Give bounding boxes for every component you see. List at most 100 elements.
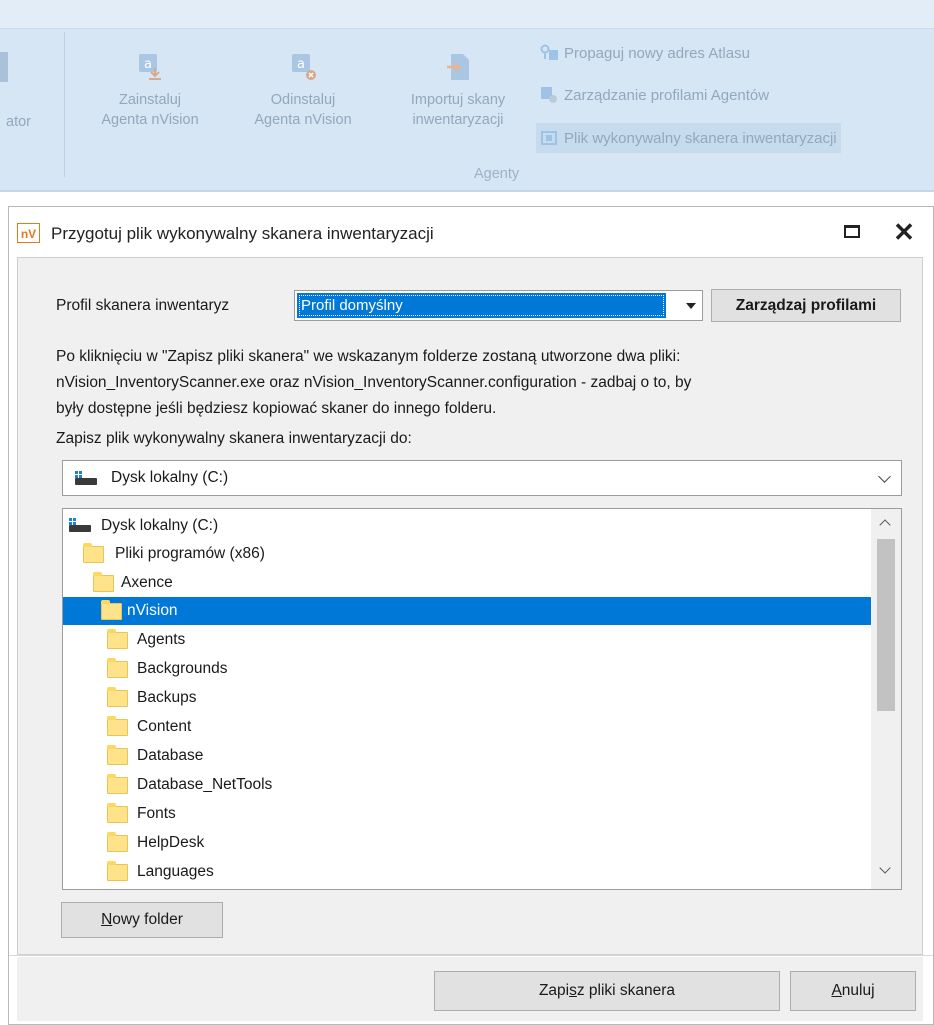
profile-select[interactable]: Profil domyślny [294,290,703,321]
ribbon-separator [64,32,65,177]
tree-item-label: Fonts [137,805,176,822]
new-folder-mnemonic: N [101,911,113,928]
propagate-atlas-address-button[interactable]: Propaguj nowy adres Atlasu [540,44,750,62]
tree-item-label: Backups [137,689,197,706]
tree-item-label: Pliki programów (x86) [115,545,265,562]
folder-icon [107,716,128,736]
scroll-up-icon[interactable] [879,519,891,531]
import-scans-button[interactable]: Importuj skany inwentaryzacji [390,52,526,130]
tree-scrollbar[interactable] [871,509,901,889]
info-paragraph: Po kliknięciu w "Zapisz pliki skanera" w… [56,344,916,422]
tree-item-label: Database_NetTools [137,776,273,793]
drive-select[interactable]: Dysk lokalny (C:) [62,460,902,496]
tree-item-label: Agents [137,631,186,648]
cancel-mnemonic: A [831,982,842,999]
ribbon-cut-label: ator [6,114,31,130]
profile-label: Profil skanera inwentaryz [56,297,230,314]
ribbon: ator a Zainstaluj Agenta nVision a Odins… [0,0,934,192]
tree-item-content[interactable]: Content [63,713,871,741]
tree-item-database-nettools[interactable]: Database_NetTools [63,771,871,799]
svg-text:a: a [144,57,152,72]
dialog-titlebar: nV Przygotuj plik wykonywalny skanera in… [9,207,933,263]
folder-icon [107,687,128,707]
folder-icon [107,832,128,852]
ribbon-cut-button[interactable]: ator [0,52,60,130]
tree-item-label: Content [137,718,192,735]
tree-item-agents[interactable]: Agents [63,626,871,654]
tree-item-axence[interactable]: Axence [63,569,871,597]
scanner-executable-dialog: nV Przygotuj plik wykonywalny skanera in… [8,206,934,1025]
uninstall-label-2: Agenta nVision [254,112,352,128]
scanner-executable-label: Plik wykonywalny skanera inwentaryzacji [564,129,837,147]
chevron-down-icon [878,470,891,483]
save-to-label: Zapisz plik wykonywalny skanera inwentar… [56,430,412,447]
cancel-button[interactable]: Anuluj [790,971,916,1011]
propagate-atlas-label: Propaguj nowy adres Atlasu [564,44,750,62]
install-agent-button[interactable]: a Zainstaluj Agenta nVision [85,52,215,130]
ribbon-bottom-border [0,190,934,192]
import-label-1: Importuj skany [410,92,506,108]
manage-profiles-label: Zarządzanie profilami Agentów [564,86,770,104]
svg-text:a: a [297,57,305,72]
location-icon [540,44,558,60]
drive-icon [75,471,97,485]
dialog-content: Profil skanera inwentaryz Profil domyśln… [17,257,923,955]
scroll-thumb[interactable] [877,539,895,711]
new-folder-label-post: owy folder [112,911,183,928]
manage-agent-profiles-button[interactable]: Zarządzanie profilami Agentów [540,86,769,104]
folder-icon [107,658,128,678]
tree-item-program-files[interactable]: Pliki programów (x86) [63,540,871,568]
ribbon-group-label: Agenty [474,166,520,182]
info-line-2: nVision_InventoryScanner.exe oraz nVisio… [56,374,692,391]
nvision-app-icon: nV [17,223,40,243]
new-folder-button[interactable]: Nowy folder [61,902,223,938]
tree-item-label: Database [137,747,204,764]
ribbon-tab-strip [0,0,934,29]
install-label-2: Agenta nVision [101,112,199,128]
tree-item-label: Backgrounds [137,660,228,677]
folder-icon [83,543,104,563]
tree-item-label: Dysk lokalny (C:) [101,517,219,534]
tree-item-helpdesk[interactable]: HelpDesk [63,829,871,857]
uninstall-label-1: Odinstaluj [270,92,336,108]
tree-item-backups[interactable]: Backups [63,684,871,712]
tree-item-backgrounds[interactable]: Backgrounds [63,655,871,683]
folder-icon [101,600,122,620]
folder-tree[interactable]: Dysk lokalny (C:) Pliki programów (x86) … [62,508,902,890]
uninstall-agent-button[interactable]: a Odinstaluj Agenta nVision [238,52,368,130]
cut-icon [0,52,8,82]
tree-item-label: Axence [121,574,173,591]
folder-icon [107,774,128,794]
tree-item-drive[interactable]: Dysk lokalny (C:) [63,512,871,540]
tree-item-database[interactable]: Database [63,742,871,770]
install-agent-icon: a [139,54,161,80]
save-label-pre: Zapi [538,982,570,999]
save-mnemonic: s [569,982,577,999]
folder-icon [107,861,128,881]
uninstall-agent-icon: a [292,54,316,80]
maximize-button[interactable] [844,225,860,238]
tree-item-nvision[interactable]: nVision [63,597,871,625]
install-label-1: Zainstaluj [118,92,182,108]
tree-item-languages[interactable]: Languages [63,858,871,886]
dropdown-arrow-icon [686,303,696,309]
dialog-footer: Zapisz pliki skanera Anuluj [17,957,923,1021]
cancel-label-post: nuluj [841,982,875,999]
manage-profiles-button[interactable]: Zarządzaj profilami [711,289,901,322]
profiles-gear-icon [541,87,557,103]
scanner-executable-button[interactable]: Plik wykonywalny skanera inwentaryzacji [536,123,841,153]
footer-divider [9,955,933,956]
info-line-3: były dostępne jeśli będziesz kopiować sk… [56,400,497,417]
close-button[interactable]: ✕ [889,217,919,247]
save-scanner-files-button[interactable]: Zapisz pliki skanera [434,971,780,1011]
scanner-executable-icon [541,131,557,145]
info-line-1: Po kliknięciu w "Zapisz pliki skanera" w… [56,348,681,365]
folder-icon [107,629,128,649]
folder-icon [107,745,128,765]
drive-select-value: Dysk lokalny (C:) [111,469,229,486]
folder-icon [93,572,114,592]
save-label-post: z pliki skanera [576,982,676,999]
folder-icon [107,803,128,823]
scroll-down-icon[interactable] [879,862,891,874]
tree-item-fonts[interactable]: Fonts [63,800,871,828]
